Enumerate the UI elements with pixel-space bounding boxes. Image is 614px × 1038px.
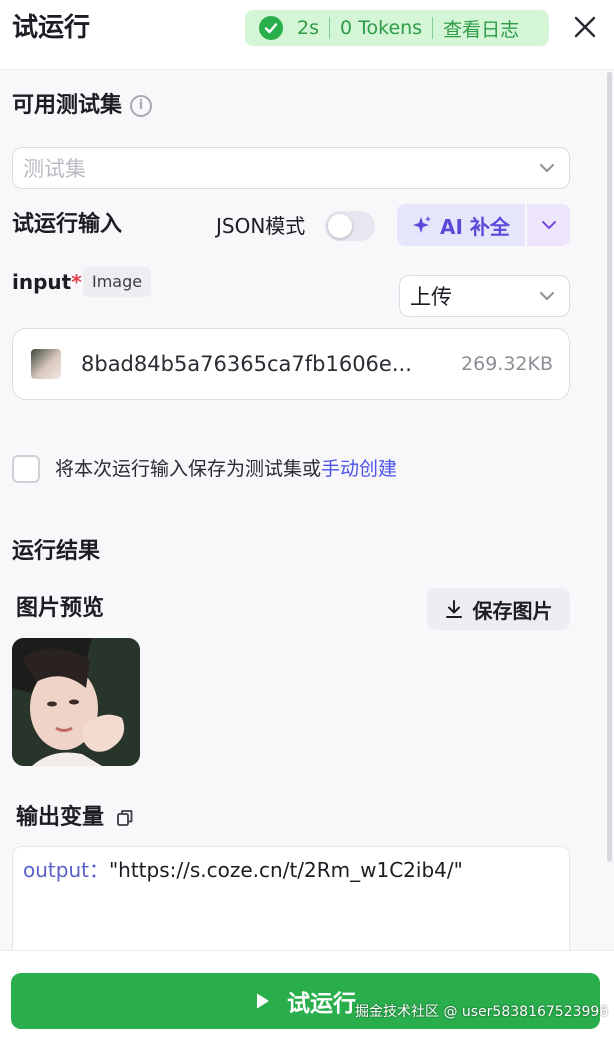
- check-circle-icon: [259, 16, 283, 40]
- copy-icon[interactable]: [116, 809, 134, 827]
- chevron-down-icon: [540, 164, 554, 172]
- save-image-label: 保存图片: [472, 598, 553, 623]
- portrait-image: [12, 638, 140, 766]
- save-option-text: 将本次运行输入保存为测试集或: [55, 458, 322, 480]
- output-variables-heading: 输出变量: [16, 803, 134, 833]
- chevron-down-icon: [541, 221, 556, 229]
- output-value[interactable]: "https://s.coze.cn/t/2Rm_w1C2ib4/": [109, 858, 463, 882]
- type-badge: Image: [83, 267, 152, 297]
- close-icon: [574, 16, 596, 38]
- ai-fill-dropdown[interactable]: [527, 204, 570, 246]
- save-image-button[interactable]: 保存图片: [427, 588, 570, 630]
- chevron-down-icon: [540, 292, 554, 300]
- test-set-select[interactable]: 测试集: [12, 147, 570, 189]
- image-preview-heading: 图片预览: [16, 596, 105, 621]
- pill-divider: [432, 17, 434, 39]
- input-source-select[interactable]: 上传: [399, 275, 570, 317]
- download-icon: [445, 600, 462, 618]
- ai-fill-label: AI 补全: [440, 214, 510, 239]
- file-size: 269.32KB: [461, 353, 553, 375]
- panel-title: 试运行: [12, 13, 91, 43]
- scrollbar[interactable]: [607, 72, 612, 862]
- save-as-testset-checkbox[interactable]: [12, 455, 40, 483]
- ai-fill-button[interactable]: AI 补全: [397, 204, 525, 246]
- sparkle-icon: [413, 216, 432, 233]
- uploaded-file[interactable]: 8bad84b5a76365ca7fb1606e... 269.32KB: [12, 328, 570, 400]
- output-key: output: [23, 858, 89, 882]
- panel-header: 试运行 2s 0 Tokens 查看日志: [0, 0, 614, 70]
- manual-create-link[interactable]: 手动创建: [321, 458, 397, 480]
- token-count: 0 Tokens: [340, 17, 423, 39]
- pill-divider: [329, 17, 330, 39]
- watermark: 掘金技术社区 @ user5838167523996: [355, 1004, 609, 1020]
- input-field-label: input*: [12, 268, 82, 296]
- result-image-preview[interactable]: [12, 638, 140, 766]
- panel-footer: 试运行: [0, 950, 614, 1038]
- toggle-knob: [328, 214, 352, 238]
- output-variables-label: 输出变量: [16, 805, 105, 830]
- run-duration: 2s: [297, 17, 319, 39]
- json-mode-toggle[interactable]: [325, 211, 375, 241]
- close-button[interactable]: [570, 12, 600, 42]
- view-log-link[interactable]: 查看日志: [443, 15, 519, 42]
- play-icon: [257, 993, 269, 1009]
- file-name: 8bad84b5a76365ca7fb1606e...: [81, 352, 412, 376]
- run-input-heading: 试运行输入: [12, 212, 123, 237]
- output-separator: ：: [88, 858, 109, 882]
- test-set-label: 可用测试集: [12, 93, 123, 118]
- test-set-placeholder: 测试集: [23, 157, 86, 181]
- run-status-pill: 2s 0 Tokens 查看日志: [245, 10, 549, 46]
- required-mark: *: [71, 270, 82, 294]
- info-icon[interactable]: i: [130, 95, 153, 117]
- save-as-testset-text: 将本次运行输入保存为测试集或手动创建: [55, 454, 397, 484]
- json-mode-label: JSON模式: [216, 214, 306, 238]
- input-name: input: [12, 270, 72, 294]
- test-run-label: 试运行: [287, 991, 356, 1017]
- test-set-heading: 可用测试集 i: [12, 91, 153, 121]
- file-thumbnail: [31, 349, 61, 379]
- input-source-value: 上传: [410, 285, 452, 309]
- run-result-heading: 运行结果: [12, 539, 101, 564]
